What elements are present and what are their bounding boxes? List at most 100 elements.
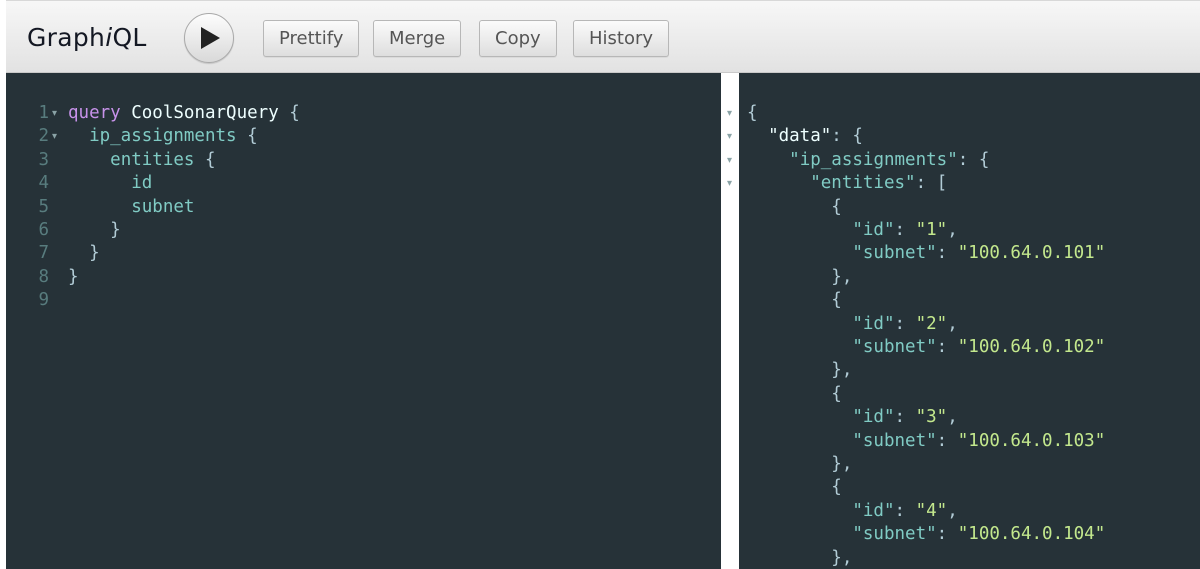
punctuation-token: , (947, 220, 958, 240)
punctuation-token: , (947, 500, 958, 521)
result-line: "subnet": "100.64.0.102" (747, 336, 1105, 359)
fold-toggle-icon[interactable]: ▾ (52, 125, 57, 148)
punctuation-token: : (894, 313, 906, 334)
line-number: 8 (38, 266, 49, 287)
punctuation-token: , (947, 313, 958, 334)
json-string-token: "100.64.0.101" (957, 243, 1106, 264)
result-line: }, (747, 266, 852, 289)
punctuation-token: : (936, 337, 948, 357)
json-string-token: "3" (915, 407, 948, 428)
field-token: entities (110, 149, 195, 170)
punctuation-token: : (936, 524, 948, 545)
result-fold-gutter: ▾ ▾ ▾ ▾ (721, 73, 739, 569)
json-key-token: "subnet" (852, 337, 937, 357)
json-string-token: "1" (915, 220, 948, 240)
result-line: }, (747, 453, 852, 476)
punctuation-token: { (289, 103, 300, 123)
punctuation-token: { (978, 149, 990, 170)
query-line[interactable]: subnet (68, 196, 194, 219)
fold-toggle-icon[interactable]: ▾ (52, 102, 57, 125)
merge-button[interactable]: Merge (373, 20, 462, 57)
query-line[interactable]: ip_assignments { (68, 125, 258, 148)
json-key-token: "subnet" (852, 524, 937, 545)
json-key-token: "id" (852, 220, 895, 240)
json-string-token: "4" (915, 500, 948, 521)
result-line: "id": "1", (747, 219, 958, 242)
query-editor[interactable]: 1 ▾ query CoolSonarQuery { 2 ▾ ip_assignment… (6, 73, 721, 569)
result-line: "id": "2", (747, 313, 958, 336)
line-number: 5 (38, 196, 49, 217)
punctuation-token: { (747, 103, 758, 123)
field-token: subnet (131, 196, 195, 217)
punctuation-token: : (957, 149, 969, 170)
query-line[interactable]: entities { (68, 149, 216, 172)
json-key-token: "data" (768, 126, 832, 147)
fold-toggle-icon[interactable]: ▾ (727, 125, 732, 148)
line-number: 9 (38, 290, 49, 311)
fold-toggle-icon[interactable]: ▾ (727, 102, 732, 125)
app-title: GraphiQL (27, 23, 147, 52)
copy-button[interactable]: Copy (479, 20, 557, 57)
query-line[interactable]: } (68, 266, 79, 289)
line-number: 2 (38, 126, 49, 147)
history-button[interactable]: History (573, 20, 670, 57)
execute-query-button[interactable] (184, 13, 234, 63)
punctuation-token: : (936, 430, 948, 451)
punctuation-token: { (247, 126, 258, 147)
query-line[interactable]: id (68, 172, 152, 195)
title-graph: Graph (27, 23, 106, 52)
result-line: "entities": [ (747, 172, 947, 195)
result-line: { (747, 476, 842, 499)
punctuation-token: { (205, 149, 216, 170)
punctuation-token: } (110, 220, 121, 240)
result-line: "subnet": "100.64.0.101" (747, 242, 1105, 265)
result-line: "data": { (747, 125, 863, 148)
field-token: ip_assignments (89, 126, 237, 147)
punctuation-token: : (894, 407, 906, 428)
punctuation-token: : (894, 220, 906, 240)
line-number: 6 (38, 220, 49, 240)
query-line[interactable]: } (68, 219, 121, 242)
punctuation-token: : (894, 500, 906, 521)
punctuation-token: { (831, 477, 842, 498)
json-key-token: "id" (852, 313, 895, 334)
query-line[interactable]: query CoolSonarQuery { (68, 102, 300, 125)
result-line: }, (747, 359, 852, 382)
title-ql: QL (112, 23, 147, 52)
json-string-token: "100.64.0.103" (957, 430, 1106, 451)
result-line: { (747, 289, 842, 312)
punctuation-token: } (89, 243, 100, 264)
punctuation-token: { (831, 383, 842, 404)
result-line: "id": "4", (747, 500, 958, 523)
json-string-token: "100.64.0.104" (957, 524, 1106, 545)
line-number: 1 (38, 103, 49, 123)
punctuation-token: : (936, 243, 948, 264)
punctuation-token: { (831, 196, 842, 217)
result-line: "subnet": "100.64.0.104" (747, 523, 1105, 546)
result-line: { (747, 383, 842, 406)
toolbar: GraphiQL Prettify Merge Copy History (6, 0, 1200, 73)
operation-name-token: CoolSonarQuery (131, 103, 279, 123)
field-token: id (131, 173, 153, 194)
punctuation-token: { (852, 126, 863, 147)
fold-toggle-icon[interactable]: ▾ (727, 172, 732, 195)
json-key-token: "subnet" (852, 243, 937, 264)
json-key-token: "subnet" (852, 430, 937, 451)
fold-toggle-icon[interactable]: ▾ (727, 149, 732, 172)
query-line[interactable]: } (68, 242, 100, 265)
punctuation-token: , (947, 407, 958, 428)
punctuation-token: }, (831, 360, 853, 381)
result-line: "ip_assignments": { (747, 149, 989, 172)
result-viewer: { "data": { "ip_assignments": { "entitie… (739, 73, 1200, 569)
result-line: "subnet": "100.64.0.103" (747, 430, 1105, 453)
json-key-token: "entities" (810, 173, 916, 194)
json-key-token: "ip_assignments" (789, 149, 958, 170)
prettify-button[interactable]: Prettify (263, 20, 360, 57)
punctuation-token: { (831, 290, 842, 311)
punctuation-token: }, (831, 454, 853, 474)
json-string-token: "100.64.0.102" (957, 337, 1106, 357)
